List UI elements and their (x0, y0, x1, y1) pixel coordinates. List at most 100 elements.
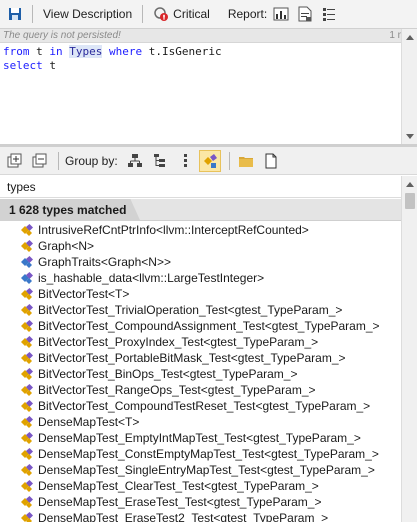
type-row[interactable]: DenseMapTest_EmptyIntMapTest_Test<gtest_… (0, 430, 401, 446)
main-toolbar: View Description Critical Report: (0, 0, 417, 29)
save-button[interactable] (0, 3, 26, 25)
group-by-member-button[interactable] (198, 149, 221, 172)
types-identifier: Types (69, 45, 103, 58)
query-status-bar: The query is not persisted! 1 ms (0, 29, 417, 43)
query-status-message: The query is not persisted! (3, 30, 121, 41)
type-name: BitVectorTest_ProxyIndex_Test<gtest_Type… (38, 335, 319, 349)
class-icon (21, 336, 33, 348)
scroll-up-arrow-icon[interactable] (402, 176, 417, 192)
class-icon (21, 464, 33, 476)
type-row[interactable]: Graph<N> (0, 238, 401, 254)
report-list-button[interactable] (319, 4, 339, 24)
toolbar-separator (228, 151, 230, 170)
report-list-icon (323, 8, 336, 21)
expand-all-button[interactable] (4, 150, 26, 172)
results-scrollbar[interactable] (401, 176, 417, 522)
select-expression: t (42, 59, 56, 72)
group-by-namespace-button[interactable] (149, 150, 171, 172)
type-row[interactable]: BitVectorTest_TrivialOperation_Test<gtes… (0, 302, 401, 318)
type-name: BitVectorTest_TrivialOperation_Test<gtes… (38, 303, 343, 317)
type-row[interactable]: BitVectorTest_CompoundAssignment_Test<gt… (0, 318, 401, 334)
class-icon (21, 448, 33, 460)
range-variable: t (29, 45, 50, 58)
type-name: GraphTraits<Graph<N>> (38, 255, 171, 269)
editor-scrollbar[interactable] (401, 29, 417, 144)
type-name: DenseMapTest_ClearTest_Test<gtest_TypePa… (38, 479, 319, 493)
assembly-tree-icon (127, 153, 142, 167)
query-editor[interactable]: from t in Types where t.IsGeneric select… (0, 44, 417, 144)
type-name: BitVectorTest_PortableBitMask_Test<gtest… (38, 351, 346, 365)
type-name: BitVectorTest_BinOps_Test<gtest_TypePara… (38, 367, 298, 381)
report-document-button[interactable] (295, 4, 315, 24)
type-name: BitVectorTest_CompoundTestReset_Test<gte… (38, 399, 371, 413)
type-row[interactable]: DenseMapTest_SingleEntryMapTest_Test<gte… (0, 462, 401, 478)
toolbar-separator (32, 5, 33, 23)
type-name: is_hashable_data<llvm::LargeTestInteger> (38, 271, 265, 285)
toolbar-separator (58, 151, 59, 170)
type-row[interactable]: BitVectorTest_ProxyIndex_Test<gtest_Type… (0, 334, 401, 350)
type-row[interactable]: BitVectorTest_RangeOps_Test<gtest_TypePa… (0, 382, 401, 398)
critical-rule-icon (154, 7, 169, 21)
open-file-button[interactable] (260, 150, 282, 172)
scroll-down-arrow-icon[interactable] (402, 128, 417, 144)
query-line-1: from t in Types where t.IsGeneric (3, 45, 417, 59)
type-name: DenseMapTest_EraseTest2_Test<gtest_TypeP… (38, 511, 329, 522)
type-row[interactable]: BitVectorTest<T> (0, 286, 401, 302)
type-name: DenseMapTest_EraseTest_Test<gtest_TypePa… (38, 495, 322, 509)
type-name: DenseMapTest<T> (38, 415, 140, 429)
view-description-button[interactable]: View Description (39, 3, 136, 25)
results-list: IntrusiveRefCntPtrInfo<llvm::InterceptRe… (0, 222, 401, 522)
class-icon (21, 320, 33, 332)
critical-button[interactable]: Critical (149, 3, 214, 25)
type-row[interactable]: DenseMapTest<T> (0, 414, 401, 430)
type-row[interactable]: DenseMapTest_EraseTest2_Test<gtest_TypeP… (0, 510, 401, 522)
type-row[interactable]: is_hashable_data<llvm::LargeTestInteger> (0, 270, 401, 286)
matched-count-label[interactable]: 1 628 types matched (0, 199, 140, 221)
type-row[interactable]: DenseMapTest_ConstEmptyMapTest_Test<gtes… (0, 446, 401, 462)
type-name: BitVectorTest<T> (38, 287, 130, 301)
class-icon (21, 384, 33, 396)
report-chart-icon (273, 7, 289, 21)
toolbar-separator (142, 5, 144, 23)
report-label: Report: (227, 7, 268, 21)
class-icon (21, 352, 33, 364)
type-name: DenseMapTest_EmptyIntMapTest_Test<gtest_… (38, 431, 361, 445)
class-icon (21, 400, 33, 412)
type-name: DenseMapTest_ConstEmptyMapTest_Test<gtes… (38, 447, 379, 461)
type-row[interactable]: DenseMapTest_ClearTest_Test<gtest_TypePa… (0, 478, 401, 494)
type-row[interactable]: IntrusiveRefCntPtrInfo<llvm::InterceptRe… (0, 222, 401, 238)
group-by-type-button[interactable] (174, 150, 196, 172)
class-icon (21, 480, 33, 492)
class-icon (21, 416, 33, 428)
class-icon (21, 496, 33, 508)
expand-all-icon (7, 153, 22, 167)
open-folder-button[interactable] (235, 150, 257, 172)
class-icon (21, 368, 33, 380)
critical-label: Critical (173, 7, 210, 21)
results-toolbar: Group by: (0, 147, 417, 175)
report-chart-button[interactable] (271, 4, 291, 24)
type-list-icon (183, 153, 187, 167)
type-row[interactable]: BitVectorTest_BinOps_Test<gtest_TypePara… (0, 366, 401, 382)
scroll-thumb[interactable] (405, 193, 415, 209)
report-document-icon (298, 6, 312, 22)
keyword-from: from (3, 45, 30, 58)
struct-icon (21, 272, 33, 284)
scroll-up-arrow-icon[interactable] (402, 29, 417, 45)
type-name: Graph<N> (38, 239, 95, 253)
keyword-where: where (102, 45, 149, 58)
collapse-all-button[interactable] (29, 150, 51, 172)
group-by-label: Group by: (65, 153, 118, 168)
type-row[interactable]: BitVectorTest_CompoundTestReset_Test<gte… (0, 398, 401, 414)
group-by-assembly-button[interactable] (124, 150, 146, 172)
type-row[interactable]: DenseMapTest_EraseTest_Test<gtest_TypePa… (0, 494, 401, 510)
namespace-tree-icon (153, 153, 165, 167)
type-row[interactable]: BitVectorTest_PortableBitMask_Test<gtest… (0, 350, 401, 366)
results-search-input[interactable]: types (0, 176, 401, 198)
view-description-label: View Description (43, 7, 133, 21)
file-icon (265, 153, 277, 168)
type-row[interactable]: GraphTraits<Graph<N>> (0, 254, 401, 270)
class-icon (21, 512, 33, 522)
class-icon (21, 240, 33, 252)
save-icon (9, 8, 21, 20)
